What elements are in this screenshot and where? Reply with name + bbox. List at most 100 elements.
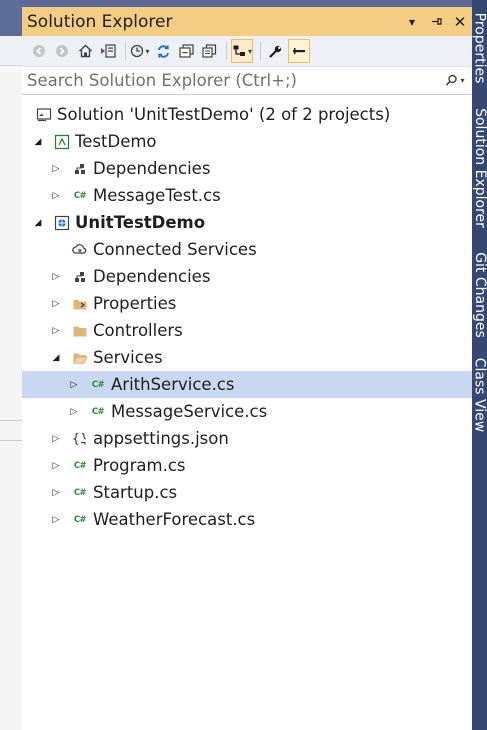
switch-views-icon[interactable] <box>98 39 118 63</box>
test-project-icon <box>54 134 70 150</box>
background-divider <box>0 420 22 421</box>
csharp-file-icon: C# <box>73 190 87 201</box>
tree-item-properties[interactable]: ▷ Properties <box>22 290 472 317</box>
panel-toolbar: ▾ ▾ <box>22 36 472 67</box>
tree-item-messagetest-cs[interactable]: ▷ C# MessageTest.cs <box>22 182 472 209</box>
side-tab-git-changes[interactable]: Git Changes <box>472 240 487 350</box>
tree-item-appsettings-json[interactable]: ▷ appsettings.json <box>22 425 472 452</box>
tree-item-label: MessageService.cs <box>111 402 268 421</box>
tree-item-label: TestDemo <box>75 132 157 151</box>
tree-item-label: Services <box>93 348 163 367</box>
collapsed-arrow-icon[interactable]: ▷ <box>50 271 62 283</box>
collapsed-arrow-icon[interactable]: ▷ <box>50 487 62 499</box>
csharp-file-icon: C# <box>73 460 87 471</box>
web-project-icon <box>54 215 70 231</box>
tree-item-label: Dependencies <box>93 267 211 286</box>
tree-item-label: appsettings.json <box>93 429 229 448</box>
back-icon[interactable] <box>29 39 49 63</box>
tree-item-services[interactable]: ◢ Services <box>22 344 472 371</box>
tree-item-label: MessageTest.cs <box>93 186 221 205</box>
side-tab-properties[interactable]: Properties <box>472 0 487 95</box>
toolbar-separator <box>260 42 262 60</box>
dependencies-icon <box>72 269 88 285</box>
tree-item-label: Program.cs <box>93 456 186 475</box>
side-tab-label: Solution Explorer <box>472 107 487 228</box>
search-bar: ▾ <box>22 67 472 95</box>
forward-icon[interactable] <box>52 39 72 63</box>
collapsed-arrow-icon[interactable]: ▷ <box>68 379 80 391</box>
collapsed-arrow-icon[interactable]: ▷ <box>50 190 62 202</box>
solution-explorer-panel: Solution Explorer ▾ ✕ ▾ ▾ Search Solutio… <box>22 7 472 730</box>
toolbar-separator <box>226 42 227 60</box>
tree-item-controllers[interactable]: ▷ Controllers <box>22 317 472 344</box>
tree-item-dependencies[interactable]: ▷ Dependencies <box>22 263 472 290</box>
panel-title: Solution Explorer <box>27 11 173 32</box>
tree-item-label: Startup.cs <box>93 483 178 502</box>
tree-item-label: Properties <box>93 294 177 313</box>
csharp-file-icon: C# <box>91 379 105 390</box>
connected-services-icon <box>72 242 88 258</box>
close-icon[interactable]: ✕ <box>448 11 472 33</box>
tree-item-label: Dependencies <box>93 159 211 178</box>
collapsed-arrow-icon[interactable]: ▷ <box>50 460 62 472</box>
tree-item-label: Solution 'UnitTestDemo' (2 of 2 projects… <box>57 105 391 124</box>
tree-item-solution[interactable]: Solution 'UnitTestDemo' (2 of 2 projects… <box>22 101 472 128</box>
tree-item-testdemo-project[interactable]: ◢ TestDemo <box>22 128 472 155</box>
preview-selected-items-icon[interactable]: ▾ <box>231 39 254 63</box>
side-tab-strip: Properties Solution Explorer Git Changes… <box>472 0 487 730</box>
tree-item-startup-cs[interactable]: ▷ C# Startup.cs <box>22 479 472 506</box>
folder-icon <box>72 323 88 339</box>
panel-titlebar[interactable]: Solution Explorer ▾ ✕ <box>22 7 472 36</box>
expanded-arrow-icon[interactable]: ◢ <box>50 352 62 364</box>
solution-tree: Solution 'UnitTestDemo' (2 of 2 projects… <box>22 101 472 533</box>
tree-item-arithservice-cs[interactable]: ▷ C# ArithService.cs <box>22 371 472 398</box>
properties-folder-icon <box>72 296 88 312</box>
auto-hide-pin-icon[interactable] <box>424 11 448 33</box>
csharp-file-icon: C# <box>91 406 105 417</box>
tree-item-label: UnitTestDemo <box>75 213 206 232</box>
tree-item-connected-services[interactable]: Connected Services <box>22 236 472 263</box>
collapsed-arrow-icon[interactable]: ▷ <box>50 514 62 526</box>
properties-wrench-icon[interactable] <box>265 39 285 63</box>
show-all-files-icon[interactable] <box>199 39 219 63</box>
tree-item-label: WeatherForecast.cs <box>93 510 256 529</box>
collapsed-arrow-icon[interactable]: ▷ <box>50 325 62 337</box>
side-tab-solution-explorer[interactable]: Solution Explorer <box>472 95 487 240</box>
collapsed-arrow-icon[interactable]: ▷ <box>68 406 80 418</box>
tree-item-label: Controllers <box>93 321 183 340</box>
collapsed-arrow-icon[interactable]: ▷ <box>50 163 62 175</box>
csharp-file-icon: C# <box>73 487 87 498</box>
json-file-icon <box>72 431 88 447</box>
expanded-arrow-icon[interactable]: ◢ <box>32 217 44 229</box>
tree-item-testdemo-dependencies[interactable]: ▷ Dependencies <box>22 155 472 182</box>
background-titlebar <box>0 0 22 36</box>
background-editor <box>0 0 22 730</box>
side-tab-class-view[interactable]: Class View <box>472 350 487 440</box>
side-tab-label: Properties <box>472 12 487 83</box>
sync-with-active-document-icon[interactable] <box>153 39 173 63</box>
background-divider <box>0 440 22 441</box>
toolbar-separator <box>125 42 126 60</box>
dependencies-icon <box>72 161 88 177</box>
window-position-dropdown-icon[interactable]: ▾ <box>400 11 424 33</box>
open-folder-icon <box>72 350 88 366</box>
search-input[interactable] <box>27 71 438 90</box>
tree-item-unittestdemo-project[interactable]: ◢ UnitTestDemo <box>22 209 472 236</box>
chevron-down-icon: ▾ <box>460 76 465 85</box>
tree-item-program-cs[interactable]: ▷ C# Program.cs <box>22 452 472 479</box>
tree-item-label: Connected Services <box>93 240 257 259</box>
home-icon[interactable] <box>75 39 95 63</box>
collapsed-arrow-icon[interactable]: ▷ <box>50 433 62 445</box>
search-options-button[interactable]: ▾ <box>438 74 472 87</box>
tree-item-messageservice-cs[interactable]: ▷ C# MessageService.cs <box>22 398 472 425</box>
collapse-all-icon[interactable] <box>176 39 196 63</box>
side-tab-label: Class View <box>472 357 487 433</box>
tree-item-weatherforecast-cs[interactable]: ▷ C# WeatherForecast.cs <box>22 506 472 533</box>
pin-view-icon[interactable] <box>288 39 311 63</box>
pending-changes-filter-icon[interactable]: ▾ <box>130 39 150 63</box>
expanded-arrow-icon[interactable]: ◢ <box>32 136 44 148</box>
csharp-file-icon: C# <box>73 514 87 525</box>
collapsed-arrow-icon[interactable]: ▷ <box>50 298 62 310</box>
side-tab-label: Git Changes <box>472 252 487 338</box>
solution-icon <box>36 107 52 123</box>
